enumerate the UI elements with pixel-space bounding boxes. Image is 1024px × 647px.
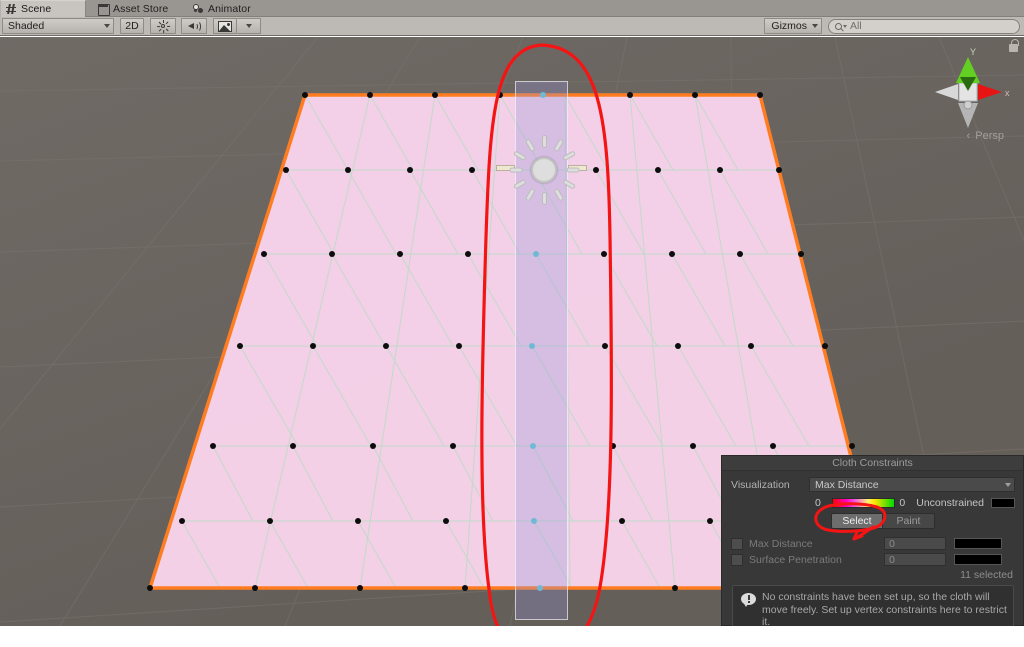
- sunburst-move-gizmo-icon[interactable]: [508, 134, 580, 206]
- fx-button-group: [213, 18, 261, 34]
- tab-asset-store-label: Asset Store: [113, 2, 169, 15]
- grid-hash-icon: [6, 3, 18, 15]
- scene-view-axis-gizmo[interactable]: Y x ‹ Persp: [920, 43, 1016, 153]
- search-icon: [835, 22, 842, 30]
- toggle-2d-label: 2D: [125, 20, 139, 32]
- draw-mode-value: Shaded: [8, 20, 45, 32]
- surface-penetration-label: Surface Penetration: [749, 553, 842, 566]
- chevron-down-icon: [1005, 482, 1011, 487]
- window-bottom-strip: [0, 626, 1024, 647]
- max-distance-input[interactable]: 0: [884, 537, 946, 550]
- chevron-down-icon: [104, 24, 110, 28]
- edit-mode-toggle-group: Select Paint: [731, 513, 1015, 529]
- toggle-audio-button[interactable]: [181, 18, 207, 34]
- image-fx-icon: [218, 20, 232, 32]
- sun-icon: [156, 19, 170, 33]
- animator-nodes-icon: [193, 3, 205, 15]
- editor-tab-bar: Scene Asset Store Animator: [0, 0, 1024, 17]
- gizmos-dropdown[interactable]: Gizmos: [764, 18, 822, 34]
- paint-button[interactable]: Paint: [883, 513, 935, 529]
- panel-title: Cloth Constraints: [722, 456, 1023, 471]
- gradient-min-value: 0: [815, 497, 821, 509]
- speaker-icon: [187, 20, 201, 32]
- gizmos-label: Gizmos: [771, 20, 807, 32]
- info-message-text: No constraints have been set up, so the …: [762, 591, 1007, 628]
- visualization-row: Visualization Max Distance: [731, 477, 1015, 492]
- max-distance-row: Max Distance 0: [731, 537, 1015, 550]
- visualization-label: Visualization: [731, 478, 790, 491]
- max-distance-color-bar[interactable]: [954, 538, 1002, 549]
- max-distance-label: Max Distance: [749, 537, 813, 550]
- search-input[interactable]: All: [828, 18, 1020, 34]
- draw-mode-dropdown[interactable]: Shaded: [2, 18, 114, 34]
- fx-dropdown-button[interactable]: [237, 18, 261, 34]
- unity-editor-window: Scene Asset Store Animator Shaded 2D Giz…: [0, 0, 1024, 647]
- tab-scene[interactable]: Scene: [0, 0, 86, 17]
- info-warning-icon: [741, 593, 756, 607]
- toggle-2d-button[interactable]: 2D: [120, 18, 144, 34]
- visualization-value: Max Distance: [815, 478, 879, 491]
- panel-body: Visualization Max Distance 0 0 Unconstra…: [722, 471, 1023, 636]
- max-distance-checkbox[interactable]: [731, 537, 743, 550]
- scene-view-toolbar: Shaded 2D Gizmos All: [0, 17, 1024, 36]
- surface-penetration-input[interactable]: 0: [884, 553, 946, 566]
- constraint-gradient-bar: [831, 498, 896, 508]
- tab-animator[interactable]: Animator: [188, 0, 259, 17]
- search-value: All: [850, 20, 862, 32]
- visualization-dropdown[interactable]: Max Distance: [809, 477, 1015, 492]
- tab-asset-store[interactable]: Asset Store: [93, 0, 176, 17]
- tab-scene-label: Scene: [21, 3, 52, 15]
- tab-animator-label: Animator: [208, 2, 251, 15]
- surface-penetration-row: Surface Penetration 0: [731, 553, 1015, 566]
- gradient-max-value: 0: [899, 497, 906, 509]
- cloth-constraints-panel: Cloth Constraints Visualization Max Dist…: [721, 455, 1024, 636]
- chevron-down-icon[interactable]: [843, 24, 847, 28]
- surface-penetration-checkbox[interactable]: [731, 553, 743, 566]
- select-button[interactable]: Select: [831, 513, 883, 529]
- projection-mode-value: Persp: [975, 130, 1004, 142]
- gradient-legend-row: 0 0 Unconstrained: [731, 497, 1016, 509]
- projection-mode-label[interactable]: ‹ Persp: [967, 130, 1004, 142]
- toggle-lighting-button[interactable]: [150, 18, 176, 34]
- axis-label-y: Y: [970, 47, 976, 57]
- chevron-down-icon: [245, 24, 252, 28]
- unconstrained-label: Unconstrained: [916, 497, 984, 509]
- toggle-fx-button[interactable]: [213, 18, 237, 34]
- surface-penetration-color-bar[interactable]: [954, 554, 1002, 565]
- selection-count-label: 11 selected: [960, 569, 1013, 581]
- chevron-left-icon: ‹: [966, 130, 971, 142]
- axis-label-x: x: [1005, 88, 1010, 98]
- chevron-down-icon: [812, 24, 818, 28]
- box-icon: [97, 3, 110, 16]
- unconstrained-color-swatch[interactable]: [990, 498, 1016, 508]
